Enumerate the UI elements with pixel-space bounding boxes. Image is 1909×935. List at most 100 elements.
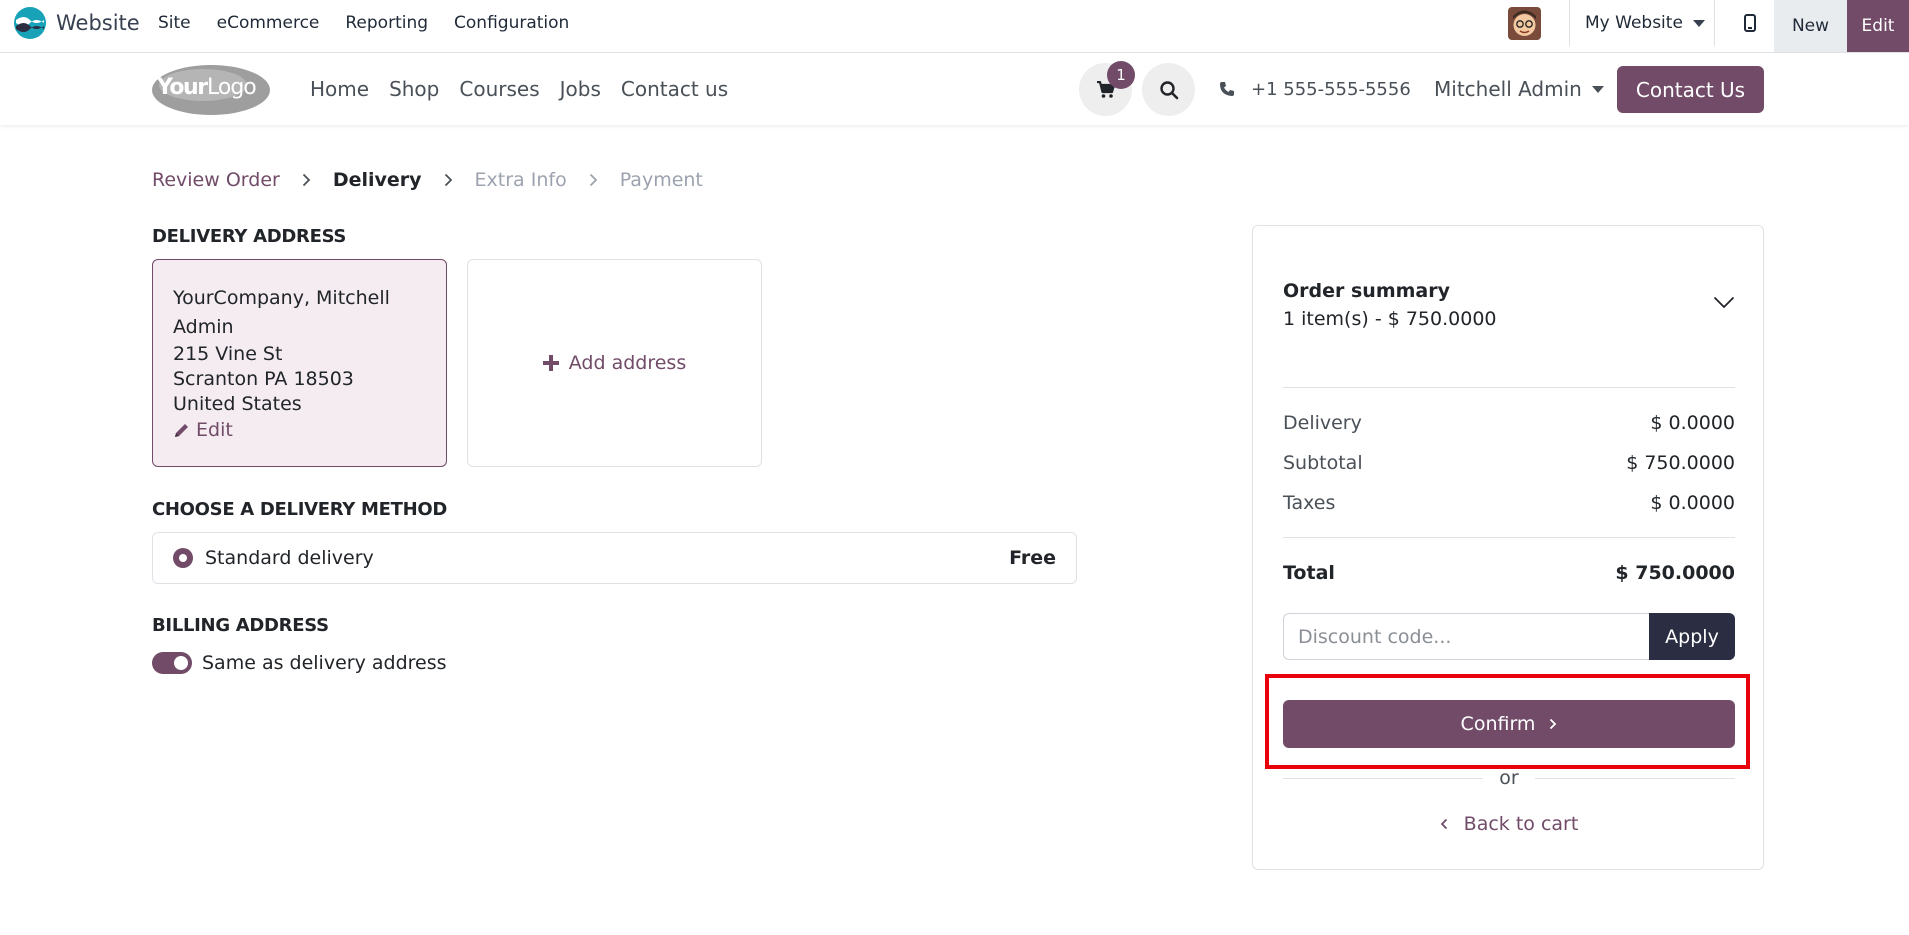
phone-number: +1 555-555-5556 [1251, 78, 1411, 100]
your-logo[interactable]: Your Logo [151, 63, 271, 117]
checkout-steps: Review Order Delivery Extra Info Payment [152, 166, 703, 194]
same-as-delivery-label: Same as delivery address [202, 652, 447, 674]
mobile-icon [1744, 14, 1756, 32]
apply-discount-button[interactable]: Apply [1649, 613, 1735, 660]
or-separator: or [1283, 766, 1735, 790]
edit-button[interactable]: Edit [1847, 0, 1909, 52]
billing-same-row: Same as delivery address [152, 650, 447, 676]
svg-text:Logo: Logo [207, 75, 256, 100]
taxes-line: Taxes $ 0.0000 [1283, 492, 1735, 514]
avatar-icon [1508, 7, 1541, 40]
chevron-left-icon [1440, 818, 1447, 830]
svg-text:Your: Your [156, 75, 208, 100]
website-selector[interactable]: My Website [1571, 0, 1719, 46]
site-header: Your Logo Home Shop Courses Jobs Contact… [0, 53, 1909, 125]
subtotal-line: Subtotal $ 750.0000 [1283, 452, 1735, 474]
chevron-down-icon [1713, 296, 1735, 309]
delivery-method-price: Free [1009, 547, 1056, 569]
address-name-line2: Admin [173, 316, 234, 338]
website-selector-label: My Website [1585, 13, 1683, 33]
order-summary-toggle[interactable]: Order summary 1 item(s) - $ 750.0000 [1283, 280, 1735, 340]
back-to-cart-link[interactable]: Back to cart [1283, 811, 1735, 837]
mobile-preview-button[interactable] [1727, 0, 1773, 46]
admin-navbar: Website Site eCommerce Reporting Configu… [0, 0, 1909, 53]
delivery-method-title: CHOOSE A DELIVERY METHOD [152, 499, 448, 520]
order-summary-items: 1 item(s) - $ 750.0000 [1283, 308, 1497, 330]
delivery-radio[interactable] [173, 548, 193, 568]
discount-code-input[interactable] [1283, 613, 1649, 660]
divider [1569, 0, 1570, 46]
billing-address-title: BILLING ADDRESS [152, 615, 329, 636]
chevron-right-icon [302, 173, 311, 187]
site-nav: Home Shop Courses Jobs Contact us [310, 53, 748, 125]
delivery-address-title: DELIVERY ADDRESS [152, 226, 347, 247]
odoo-website-icon [14, 7, 46, 39]
divider [1283, 387, 1735, 388]
add-address-card[interactable]: Add address [467, 259, 762, 467]
total-line: Total $ 750.0000 [1283, 562, 1735, 584]
user-menu[interactable]: Mitchell Admin [1434, 53, 1604, 125]
app-brand[interactable]: Website [12, 6, 140, 40]
contact-us-button[interactable]: Contact Us [1617, 66, 1764, 113]
search-icon [1159, 80, 1178, 99]
delivery-method-name: Standard delivery [205, 547, 374, 569]
nav-courses[interactable]: Courses [459, 77, 539, 101]
order-summary-panel: Order summary 1 item(s) - $ 750.0000 Del… [1252, 225, 1764, 870]
user-menu-label: Mitchell Admin [1434, 77, 1582, 101]
new-button[interactable]: New [1774, 0, 1847, 52]
divider [1714, 0, 1715, 46]
subtotal-label: Subtotal [1283, 452, 1363, 474]
admin-menu-site[interactable]: Site [158, 13, 191, 33]
chevron-right-icon [444, 173, 453, 187]
nav-jobs[interactable]: Jobs [560, 77, 601, 101]
admin-menu: Site eCommerce Reporting Configuration [158, 0, 595, 46]
taxes-value: $ 0.0000 [1650, 492, 1735, 514]
address-country: United States [173, 393, 302, 415]
phone-icon [1219, 81, 1235, 97]
address-street: 215 Vine St [173, 343, 283, 365]
admin-menu-reporting[interactable]: Reporting [345, 13, 428, 33]
admin-menu-ecommerce[interactable]: eCommerce [217, 13, 320, 33]
delivery-line: Delivery $ 0.0000 [1283, 412, 1735, 434]
delivery-label: Delivery [1283, 412, 1362, 434]
caret-down-icon [1692, 19, 1705, 27]
step-payment: Payment [619, 169, 703, 191]
nav-contact-us[interactable]: Contact us [621, 77, 728, 101]
order-summary-title: Order summary [1283, 280, 1451, 302]
step-delivery: Delivery [332, 169, 422, 191]
address-name-line1: YourCompany, Mitchell [173, 287, 390, 309]
delivery-address-card[interactable]: YourCompany, Mitchell Admin 215 Vine St … [152, 259, 447, 467]
subtotal-value: $ 750.0000 [1626, 452, 1735, 474]
confirm-label: Confirm [1460, 713, 1536, 735]
caret-down-icon [1591, 85, 1604, 93]
confirm-button[interactable]: Confirm [1283, 700, 1735, 748]
step-extra-info: Extra Info [474, 169, 567, 191]
admin-menu-configuration[interactable]: Configuration [454, 13, 569, 33]
user-avatar[interactable] [1508, 7, 1541, 40]
chevron-right-icon [1550, 718, 1557, 730]
taxes-label: Taxes [1283, 492, 1336, 514]
nav-home[interactable]: Home [310, 77, 369, 101]
total-value: $ 750.0000 [1615, 562, 1735, 584]
search-button[interactable] [1142, 63, 1195, 116]
edit-address-label: Edit [196, 419, 233, 441]
add-address-label: Add address [568, 352, 687, 374]
nav-shop[interactable]: Shop [389, 77, 439, 101]
back-to-cart-label: Back to cart [1463, 813, 1579, 835]
cart-count-badge: 1 [1107, 61, 1135, 89]
edit-address-link[interactable]: Edit [173, 419, 426, 441]
total-label: Total [1283, 562, 1335, 584]
phone-link[interactable]: +1 555-555-5556 [1219, 53, 1411, 125]
address-city: Scranton PA 18503 [173, 368, 354, 390]
discount-form: Apply [1283, 613, 1735, 660]
app-name: Website [56, 11, 140, 35]
plus-icon [542, 355, 559, 371]
step-review-order[interactable]: Review Order [152, 169, 280, 191]
or-label: or [1499, 767, 1519, 789]
delivery-method-option[interactable]: Standard delivery Free [152, 532, 1077, 584]
divider [1283, 537, 1735, 538]
pencil-icon [175, 423, 188, 437]
same-as-delivery-toggle[interactable] [152, 652, 192, 674]
delivery-value: $ 0.0000 [1650, 412, 1735, 434]
chevron-right-icon [589, 173, 598, 187]
